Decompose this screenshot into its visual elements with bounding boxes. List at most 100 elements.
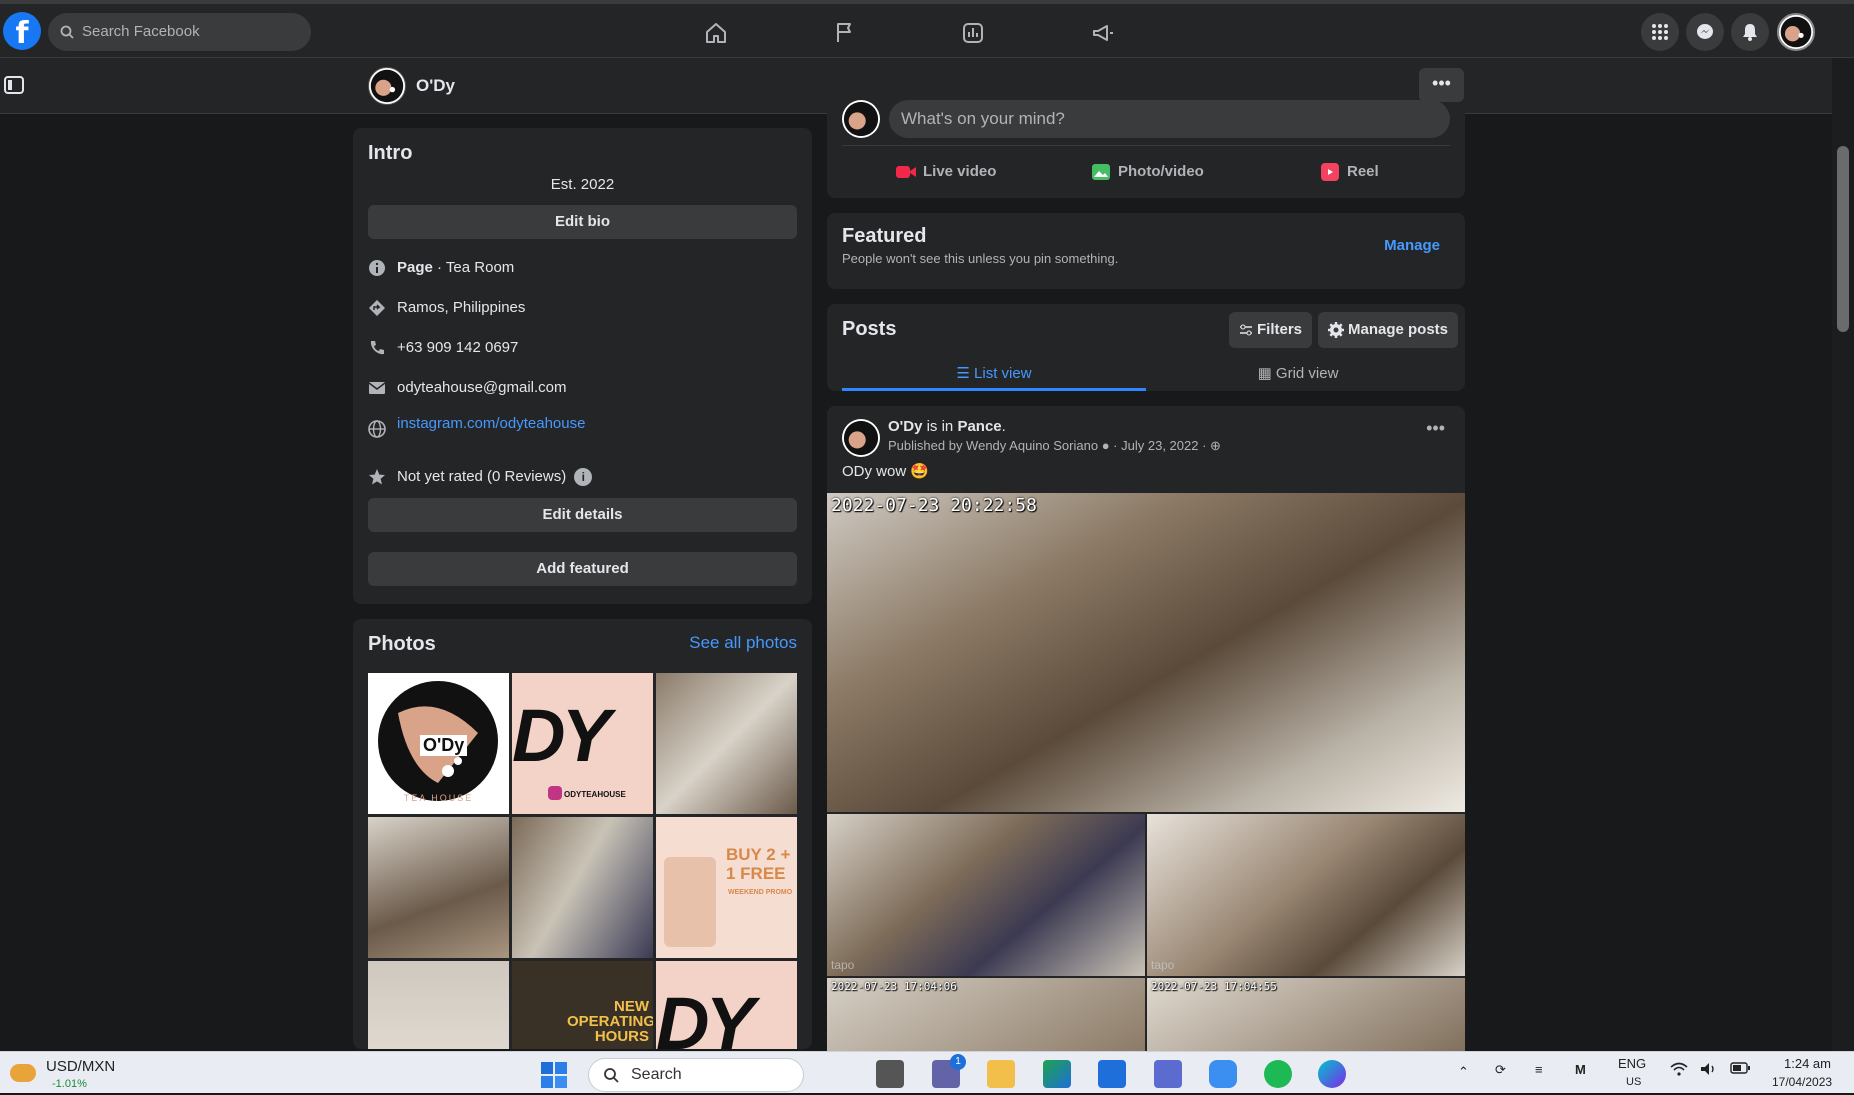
sync-icon[interactable]: ⟳ <box>1495 1062 1506 1078</box>
messenger-icon[interactable] <box>1686 13 1724 51</box>
post-meta: Published by Wendy Aquino Soriano ● · Ju… <box>888 438 1221 453</box>
list-icon: ☰ <box>956 365 970 382</box>
reel-label: Reel <box>1347 163 1379 180</box>
globe-icon: ⊕ <box>1210 438 1221 453</box>
language-indicator[interactable]: ENG <box>1618 1056 1646 1071</box>
filters-button[interactable]: Filters <box>1229 312 1313 348</box>
windows-taskbar: USD/MXN -1.01% Search 1 ⌃ ⟳ ≡ M ENG US 1… <box>0 1051 1854 1093</box>
tile-label: O'Dy <box>420 735 468 756</box>
tile-label: DY <box>512 694 611 777</box>
divider <box>842 145 1450 146</box>
category-label: · Tea Room <box>432 259 515 276</box>
settings-sliders-icon[interactable]: ≡ <box>1535 1062 1543 1077</box>
teams-icon[interactable]: 1 <box>932 1054 966 1088</box>
photo-tile[interactable] <box>368 817 509 958</box>
live-video-button[interactable]: Live video <box>895 160 996 184</box>
ticker-label[interactable]: USD/MXN <box>46 1058 115 1075</box>
edit-details-button[interactable]: Edit details <box>368 498 797 532</box>
app-icon[interactable] <box>1154 1060 1182 1088</box>
email-icon <box>368 379 386 397</box>
post-image[interactable]: 2022-07-23 17:04:06 <box>827 978 1145 1052</box>
photo-tile[interactable]: DY <box>656 961 797 1049</box>
clock-date: 17/04/2023 <box>1772 1075 1833 1089</box>
page-scrollbar[interactable] <box>1832 58 1854 1051</box>
manage-posts-label: Manage posts <box>1348 321 1449 338</box>
photo-tile[interactable] <box>512 817 653 958</box>
scrollbar-thumb[interactable] <box>1837 146 1849 332</box>
post-image[interactable]: tapo <box>1147 814 1465 976</box>
clock-time[interactable]: 1:24 am <box>1784 1056 1831 1071</box>
windows-start-icon[interactable] <box>540 1061 568 1089</box>
post-author-avatar[interactable] <box>842 419 880 457</box>
weather-widget-icon[interactable] <box>10 1064 36 1082</box>
website-link[interactable]: instagram.com/odyteahouse <box>397 415 585 432</box>
canva-icon[interactable] <box>1318 1060 1346 1088</box>
image-timestamp: 2022-07-23 17:04:06 <box>831 980 957 993</box>
post-place[interactable]: Pance <box>957 418 1001 435</box>
instagram-icon <box>548 786 562 800</box>
reel-button[interactable]: Reel <box>1319 160 1379 184</box>
tile-sub: ODYTEAHOUSE <box>564 790 626 799</box>
search-facebook-input[interactable]: Search Facebook <box>48 13 311 51</box>
taskbar-search[interactable]: Search <box>588 1058 804 1092</box>
wifi-icon[interactable] <box>1670 1062 1688 1079</box>
email-text: odyteahouse@gmail.com <box>397 379 567 396</box>
file-explorer-icon[interactable] <box>987 1060 1015 1088</box>
volume-icon[interactable] <box>1700 1062 1718 1079</box>
task-view-icon[interactable] <box>876 1060 904 1088</box>
photo-tile[interactable]: NEW OPERATING HOURS <box>512 961 653 1049</box>
photo-tile[interactable]: DY ODYTEAHOUSE <box>512 673 653 814</box>
rating-info-icon[interactable]: i <box>574 468 593 487</box>
tapo-watermark: tapo <box>1151 958 1175 972</box>
directions-icon <box>368 299 386 317</box>
tile-label: DY <box>656 982 755 1049</box>
account-avatar[interactable] <box>1777 13 1815 51</box>
home-icon[interactable] <box>698 16 734 50</box>
chevron-up-icon[interactable]: ⌃ <box>1458 1064 1469 1080</box>
sidebar-toggle-icon[interactable] <box>4 76 24 94</box>
photo-tile[interactable]: O'Dy TEA HOUSE <box>368 673 509 814</box>
ads-megaphone-icon[interactable] <box>1085 16 1121 50</box>
photos-title: Photos <box>368 633 436 655</box>
battery-icon[interactable] <box>1730 1062 1750 1077</box>
page-label: Page <box>397 259 433 276</box>
photo-video-button[interactable]: Photo/video <box>1090 160 1204 184</box>
page-more-button[interactable]: ••• <box>1419 68 1464 102</box>
facebook-logo[interactable]: f <box>3 12 41 51</box>
spotify-icon[interactable] <box>1264 1060 1292 1088</box>
photo-tile[interactable] <box>656 673 797 814</box>
tab-list-view[interactable]: ☰ List view <box>842 356 1146 391</box>
post-image[interactable]: tapo <box>827 814 1145 976</box>
post-author[interactable]: O'Dy <box>888 418 922 435</box>
post-main-image[interactable]: 2022-07-23 20:22:58 <box>827 493 1465 812</box>
post-date[interactable]: July 23, 2022 <box>1121 438 1198 453</box>
cloud-app-icon[interactable] <box>1209 1060 1237 1088</box>
notifications-bell-icon[interactable] <box>1731 13 1769 51</box>
image-timestamp: 2022-07-23 17:04:55 <box>1151 980 1277 993</box>
manage-featured-link[interactable]: Manage <box>1384 237 1440 254</box>
edit-bio-button[interactable]: Edit bio <box>368 205 797 239</box>
top-navigation-bar: f Search Facebook <box>0 0 1854 58</box>
info-icon: ● <box>1101 438 1110 453</box>
photo-tile[interactable]: BUY 2 + 1 FREE WEEKEND PROMO <box>656 817 797 958</box>
post-image[interactable]: 2022-07-23 17:04:55 <box>1147 978 1465 1052</box>
store-icon[interactable] <box>1098 1060 1126 1088</box>
live-video-label: Live video <box>923 163 997 180</box>
edge-browser-icon[interactable] <box>1043 1060 1071 1088</box>
page-name[interactable]: O'Dy <box>416 76 455 96</box>
post-composer: What's on your mind? Live video Photo/vi… <box>827 100 1465 198</box>
whats-on-your-mind-input[interactable]: What's on your mind? <box>889 100 1450 138</box>
tab-grid-view[interactable]: ▦ Grid view <box>1146 356 1450 391</box>
pages-flag-icon[interactable] <box>827 16 863 50</box>
page-avatar[interactable] <box>368 67 406 105</box>
post-options-button[interactable]: ••• <box>1426 418 1445 439</box>
tile-sub: WEEKEND PROMO <box>728 889 793 896</box>
menu-grid-icon[interactable] <box>1641 13 1679 51</box>
add-featured-button[interactable]: Add featured <box>368 552 797 586</box>
see-all-photos-link[interactable]: See all photos <box>689 633 797 653</box>
insights-icon[interactable] <box>955 16 991 50</box>
photo-tile[interactable] <box>368 961 509 1049</box>
search-icon <box>603 1059 619 1095</box>
mail-app-icon[interactable]: M <box>1575 1062 1586 1077</box>
manage-posts-button[interactable]: Manage posts <box>1318 312 1459 348</box>
